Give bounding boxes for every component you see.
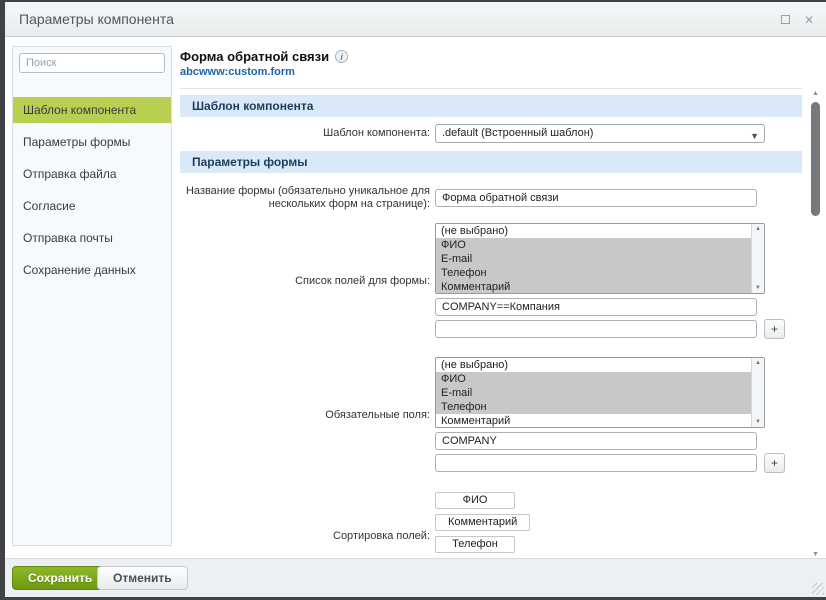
listbox-option[interactable]: Комментарий xyxy=(436,280,751,294)
sort-item-phone[interactable]: Телефон xyxy=(435,536,515,553)
listbox-option[interactable]: ФИО xyxy=(436,238,751,252)
required-custom-value-input[interactable] xyxy=(435,432,757,450)
divider xyxy=(180,88,802,89)
sort-fields-label: Сортировка полей: xyxy=(180,530,430,543)
listbox-option[interactable]: (не выбрано) xyxy=(436,224,751,238)
sidebar-item-mail-send[interactable]: Отправка почты xyxy=(13,225,171,251)
sidebar-item-file-upload[interactable]: Отправка файла xyxy=(13,161,171,187)
required-fields-group: (не выбрано) ФИО E-mail Телефон Коммента… xyxy=(435,357,785,473)
scroll-down-icon[interactable]: ▼ xyxy=(755,285,761,291)
dialog-title: Параметры компонента xyxy=(19,2,174,37)
form-name-label: Название формы (обязательно уникальное д… xyxy=(180,185,430,211)
section-header-form-params: Параметры формы xyxy=(180,151,802,173)
page-title: Форма обратной связи xyxy=(180,49,329,64)
chevron-down-icon: ▼ xyxy=(750,128,759,145)
sort-item-fio[interactable]: ФИО xyxy=(435,492,515,509)
sidebar-item-component-template[interactable]: Шаблон компонента xyxy=(13,97,171,123)
fields-list-label: Список полей для формы: xyxy=(180,275,430,288)
fields-list-group: (не выбрано) ФИО E-mail Телефон Коммента… xyxy=(435,223,785,339)
main-content: Форма обратной связи i abcwww:custom.for… xyxy=(180,44,802,559)
resize-grip-icon[interactable] xyxy=(812,583,824,595)
sidebar-menu: Шаблон компонента Параметры формы Отправ… xyxy=(13,97,171,283)
listbox-option[interactable]: E-mail xyxy=(436,252,751,266)
dialog-footer: Сохранить Отменить xyxy=(5,558,826,597)
main-scrollbar[interactable]: ▲ ▼ xyxy=(809,90,822,558)
fields-custom-value-input[interactable] xyxy=(435,298,757,316)
cancel-button[interactable]: Отменить xyxy=(97,566,188,590)
fields-listbox[interactable]: (не выбрано) ФИО E-mail Телефон Коммента… xyxy=(435,223,765,294)
sidebar-item-consent[interactable]: Согласие xyxy=(13,193,171,219)
sort-fields-group: ФИО Комментарий Телефон E-mail xyxy=(435,492,530,559)
template-select[interactable]: .default (Встроенный шаблон) ▼ xyxy=(435,124,765,143)
sidebar: Шаблон компонента Параметры формы Отправ… xyxy=(12,46,172,546)
listbox-option[interactable]: (не выбрано) xyxy=(436,358,751,372)
required-listbox[interactable]: (не выбрано) ФИО E-mail Телефон Коммента… xyxy=(435,357,765,428)
form-name-input[interactable] xyxy=(435,189,757,207)
required-new-value-input[interactable] xyxy=(435,454,757,472)
sort-item-comment[interactable]: Комментарий xyxy=(435,514,530,531)
dialog-titlebar: Параметры компонента ✕ xyxy=(5,2,826,37)
add-required-field-button[interactable]: + xyxy=(764,453,785,473)
scroll-up-icon[interactable]: ▲ xyxy=(755,226,761,232)
close-icon[interactable]: ✕ xyxy=(804,14,814,26)
listbox-option[interactable]: E-mail xyxy=(436,386,751,400)
search-input[interactable] xyxy=(19,53,165,73)
add-field-button[interactable]: + xyxy=(764,319,785,339)
component-id: abcwww:custom.form xyxy=(180,66,802,78)
listbox-option[interactable]: Комментарий xyxy=(436,414,751,428)
scrollbar-thumb[interactable] xyxy=(811,102,820,216)
template-select-value: .default (Встроенный шаблон) xyxy=(442,127,593,139)
section-header-template: Шаблон компонента xyxy=(180,95,802,117)
fields-new-value-input[interactable] xyxy=(435,320,757,338)
listbox-option[interactable]: Телефон xyxy=(436,266,751,280)
required-fields-label: Обязательные поля: xyxy=(180,409,430,422)
listbox-scrollbar[interactable]: ▲ ▼ xyxy=(751,224,764,293)
maximize-icon[interactable] xyxy=(781,15,790,24)
listbox-option[interactable]: Телефон xyxy=(436,400,751,414)
sidebar-item-data-save[interactable]: Сохранение данных xyxy=(13,257,171,283)
template-label: Шаблон компонента: xyxy=(180,127,430,140)
listbox-scrollbar[interactable]: ▲ ▼ xyxy=(751,358,764,427)
listbox-option[interactable]: ФИО xyxy=(436,372,751,386)
scroll-down-icon[interactable]: ▼ xyxy=(755,419,761,425)
component-parameters-dialog: Параметры компонента ✕ Шаблон компонента… xyxy=(5,2,826,597)
scroll-down-icon[interactable]: ▼ xyxy=(809,551,822,558)
window-controls: ✕ xyxy=(781,2,814,37)
scroll-up-icon[interactable]: ▲ xyxy=(809,90,822,97)
info-icon[interactable]: i xyxy=(335,50,348,63)
save-button[interactable]: Сохранить xyxy=(12,566,108,590)
sidebar-item-form-params[interactable]: Параметры формы xyxy=(13,129,171,155)
scroll-up-icon[interactable]: ▲ xyxy=(755,360,761,366)
